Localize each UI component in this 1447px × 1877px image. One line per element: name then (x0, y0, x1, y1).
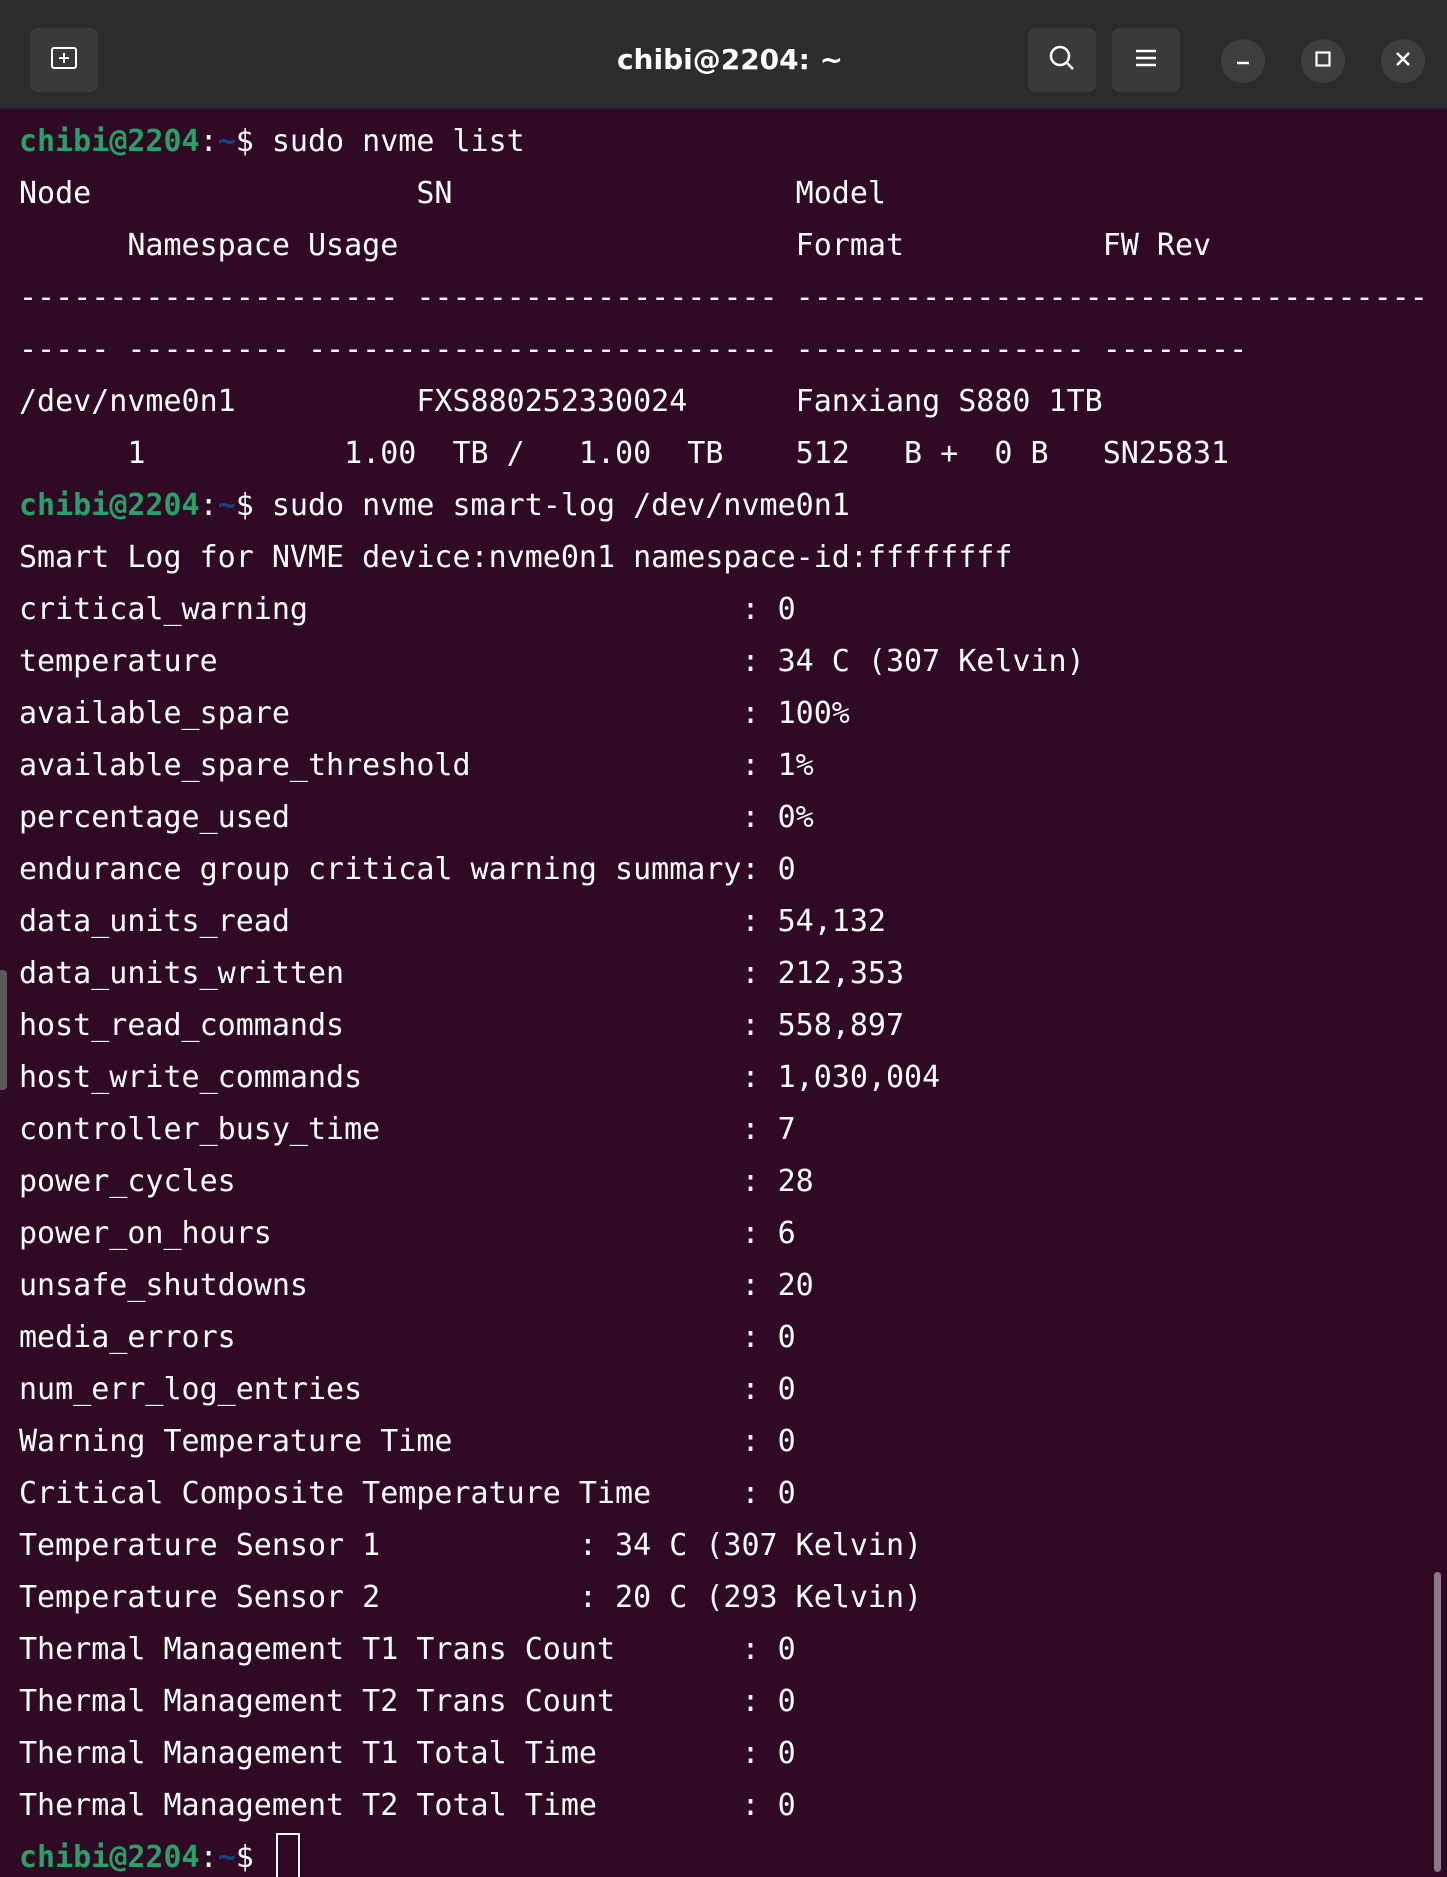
prompt-path: ~ (217, 1840, 236, 1875)
smart-line: Warning Temperature Time : 0 (19, 1424, 796, 1459)
smart-line: Thermal Management T2 Trans Count : 0 (19, 1684, 796, 1719)
prompt-user: chibi@2204 (19, 124, 200, 159)
smart-line: Temperature Sensor 1 : 34 C (307 Kelvin) (19, 1528, 923, 1563)
smart-line: temperature : 34 C (307 Kelvin) (19, 644, 1085, 679)
hamburger-menu-icon (1133, 47, 1159, 73)
prompt-separator: : (199, 124, 218, 159)
close-button[interactable] (1381, 39, 1425, 83)
smart-line: host_read_commands : 558,897 (19, 1008, 905, 1043)
smart-line: percentage_used : 0% (19, 800, 814, 835)
window-title: chibi@2204: ~ (616, 43, 844, 76)
smart-line: data_units_written : 212,353 (19, 956, 905, 991)
smart-line: power_on_hours : 6 (19, 1216, 796, 1251)
smart-line: power_cycles : 28 (19, 1164, 814, 1199)
output-line: /dev/nvme0n1 FXS880252330024 Fanxiang S8… (19, 384, 1103, 419)
prompt-user: chibi@2204 (19, 488, 200, 523)
smart-line: Critical Composite Temperature Time : 0 (19, 1476, 796, 1511)
search-icon (1047, 43, 1077, 77)
prompt-dollar: $ (235, 488, 272, 523)
prompt-separator: : (199, 1840, 218, 1875)
smart-line: available_spare_threshold : 1% (19, 748, 814, 783)
vertical-scrollbar[interactable] (1434, 1572, 1441, 1872)
close-icon (1394, 50, 1412, 72)
output-line: --------------------- ------------------… (19, 280, 1428, 315)
output-line: Node SN Model (19, 176, 886, 211)
search-button[interactable] (1028, 28, 1096, 92)
text-cursor (275, 1833, 300, 1877)
minimize-icon (1234, 50, 1252, 72)
smart-line: controller_busy_time : 7 (19, 1112, 796, 1147)
prompt-dollar: $ (235, 1840, 272, 1875)
prompt-dollar: $ (235, 124, 272, 159)
smart-line: num_err_log_entries : 0 (19, 1372, 796, 1407)
smart-line: media_errors : 0 (19, 1320, 796, 1355)
prompt-line: chibi@2204:~$ (19, 1833, 1427, 1877)
prompt-separator: : (199, 488, 218, 523)
smart-line: critical_warning : 0 (19, 592, 796, 627)
prompt-user: chibi@2204 (19, 1840, 200, 1875)
smart-line: unsafe_shutdowns : 20 (19, 1268, 814, 1303)
smart-line: data_units_read : 54,132 (19, 904, 886, 939)
title-bar: chibi@2204: ~ (0, 0, 1447, 109)
terminal-window: chibi@2204: ~ chibi@2204:~$ sudo nvme li… (0, 0, 1447, 1877)
terminal-output[interactable]: chibi@2204:~$ sudo nvme list Node SN Mod… (19, 120, 1428, 1877)
smart-line: endurance group critical warning summary… (19, 852, 796, 887)
smart-line: Thermal Management T1 Total Time : 0 (19, 1736, 796, 1771)
output-line: 1 1.00 TB / 1.00 TB 512 B + 0 B SN25831 (19, 436, 1230, 471)
prompt-path: ~ (217, 488, 236, 523)
maximize-icon (1314, 50, 1332, 72)
smart-line: available_spare : 100% (19, 696, 850, 731)
prompt-path: ~ (217, 124, 236, 159)
smart-line: Thermal Management T2 Total Time : 0 (19, 1788, 796, 1823)
smart-line: host_write_commands : 1,030,004 (19, 1060, 941, 1095)
new-tab-icon (49, 45, 79, 75)
edge-handle (0, 970, 7, 1090)
output-line: Namespace Usage Format FW Rev (19, 228, 1212, 263)
new-tab-button[interactable] (30, 28, 98, 92)
smart-line: Thermal Management T1 Trans Count : 0 (19, 1632, 796, 1667)
command-text: sudo nvme list (271, 124, 525, 159)
smart-line: Temperature Sensor 2 : 20 C (293 Kelvin) (19, 1580, 923, 1615)
prompt-line: chibi@2204:~$ sudo nvme list (19, 120, 1427, 172)
maximize-button[interactable] (1301, 39, 1345, 83)
output-line: ----- --------- ------------------------… (19, 332, 1248, 367)
menu-button[interactable] (1112, 28, 1180, 92)
output-line: Smart Log for NVME device:nvme0n1 namesp… (19, 540, 1013, 575)
minimize-button[interactable] (1221, 39, 1265, 83)
prompt-line: chibi@2204:~$ sudo nvme smart-log /dev/n… (19, 484, 1427, 536)
command-text: sudo nvme smart-log /dev/nvme0n1 (271, 488, 850, 523)
